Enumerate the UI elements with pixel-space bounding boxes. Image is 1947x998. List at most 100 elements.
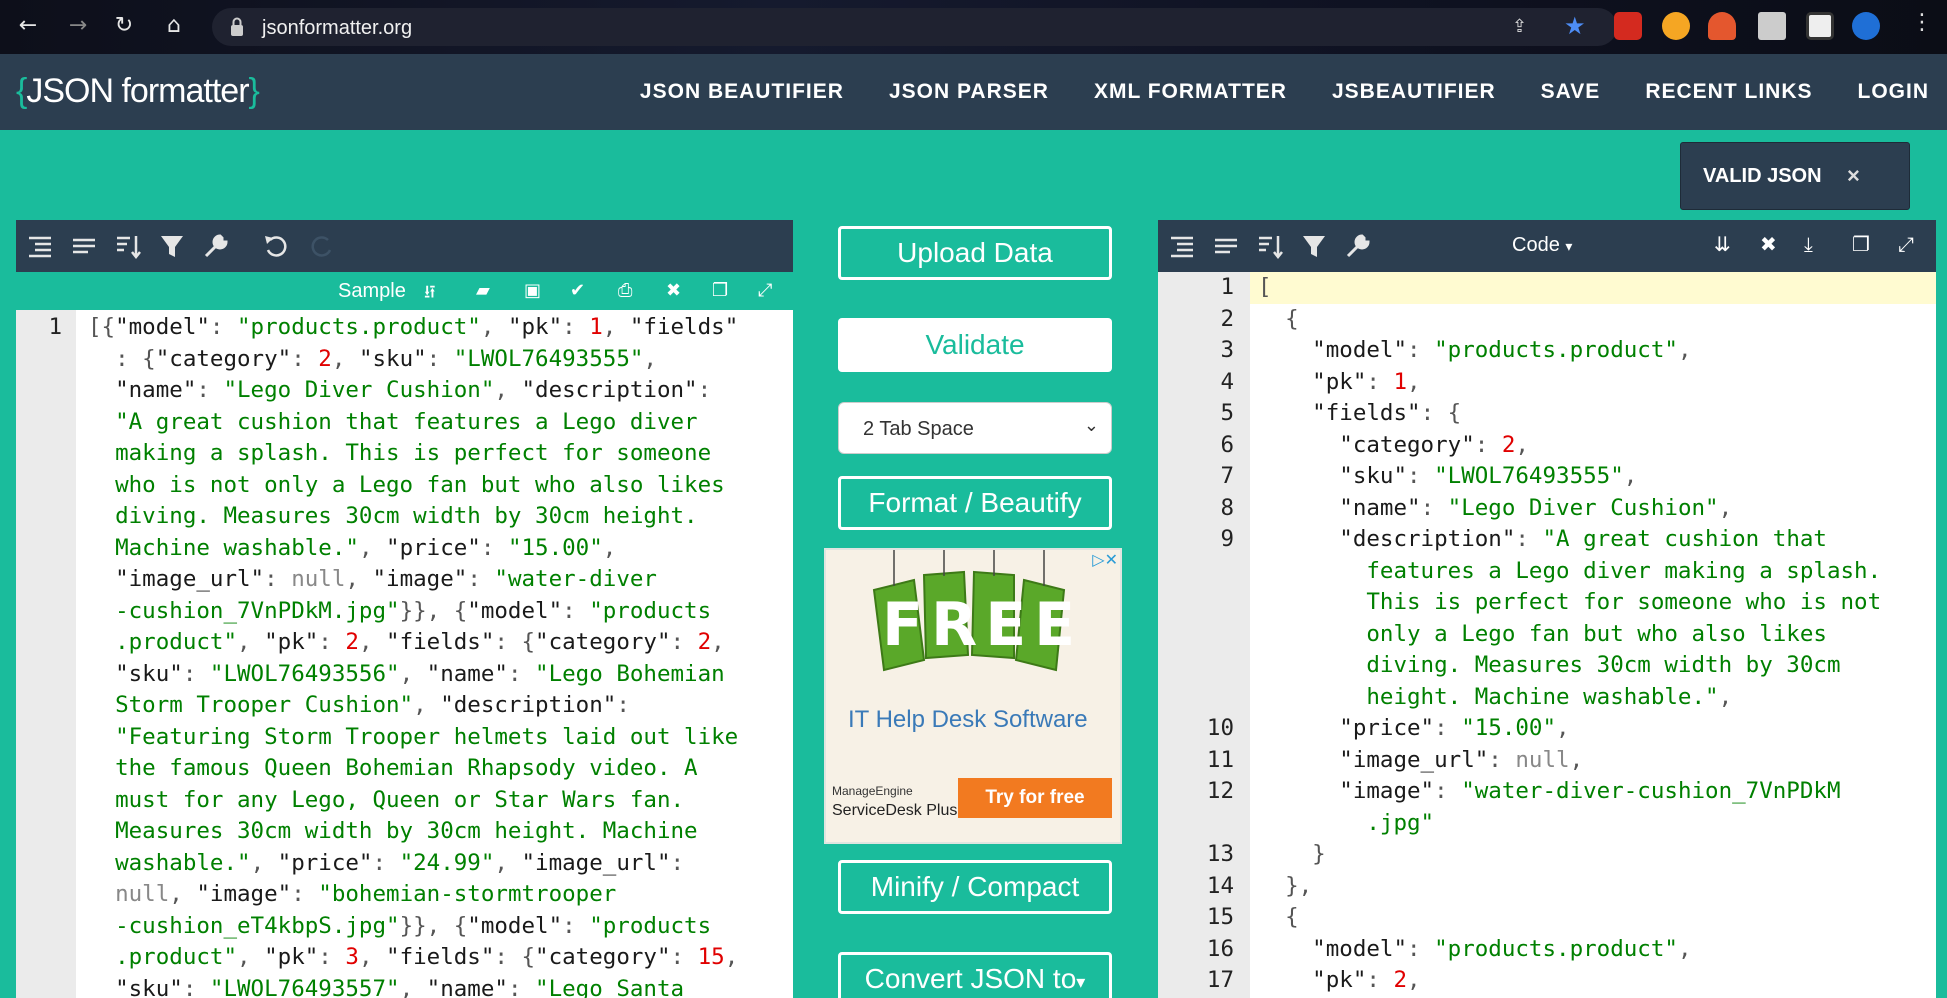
puzzle-extensions-icon[interactable] — [1758, 12, 1786, 40]
code-extension-icon[interactable] — [1852, 12, 1880, 40]
sort-icon[interactable] — [1256, 232, 1284, 260]
line-number — [1162, 808, 1234, 840]
nav-json-parser[interactable]: JSON PARSER — [889, 80, 1049, 104]
line-number — [1162, 587, 1234, 619]
reload-icon[interactable]: ↻ — [110, 12, 138, 40]
input-editor[interactable]: Sample ⭿ ▰ ▣ ✔ ⎙ ✖ ❐ ⤢ 1 [{"model": "pro… — [16, 220, 793, 998]
download-icon[interactable]: ⤓ — [1804, 232, 1813, 256]
chevron-down-icon: ⌄ — [1083, 415, 1099, 436]
ad-cta-button[interactable]: Try for free — [958, 778, 1112, 818]
sample-button[interactable]: Sample — [338, 280, 406, 303]
reader-extension-icon[interactable] — [1806, 12, 1834, 40]
line-number: 3 — [1220, 337, 1234, 363]
tab-space-select[interactable]: 2 Tab Space ⌄ — [838, 402, 1112, 454]
minify-compact-button[interactable]: Minify / Compact — [838, 860, 1112, 914]
format-icon[interactable] — [26, 232, 54, 260]
line-number: 9 — [1220, 526, 1234, 552]
grammar-extension-icon[interactable] — [1662, 12, 1690, 40]
print-icon[interactable]: ⎙ — [618, 280, 632, 301]
line-number: 12 — [1206, 778, 1234, 804]
format-beautify-button[interactable]: Format / Beautify — [838, 476, 1112, 530]
url-text[interactable]: jsonformatter.org — [262, 17, 412, 40]
line-number: 10 — [1206, 715, 1234, 741]
lock-icon — [231, 17, 243, 36]
fullscreen-icon[interactable]: ⤢ — [758, 280, 772, 301]
upload-data-button[interactable]: Upload Data — [838, 226, 1112, 280]
site-logo[interactable]: {JSON formatter} — [16, 72, 260, 111]
browser-toolbar: ← → ↻ ⌂ jsonformatter.org ⇪ ★ ⋮ — [0, 0, 1947, 54]
expand-all-icon[interactable]: ⇊ — [1714, 232, 1731, 256]
fullscreen-icon[interactable]: ⤢ — [1898, 232, 1914, 256]
ad-choices-icon[interactable]: ▷✕ — [1092, 550, 1118, 569]
check-icon[interactable]: ✔ — [570, 280, 585, 301]
filter-icon[interactable] — [1300, 232, 1328, 260]
nav-login[interactable]: LOGIN — [1858, 80, 1930, 104]
output-editor[interactable]: Code ▾ ⇊ ✖ ⤓ ❐ ⤢ 123456789 10 11 12 13 14 15… — [1158, 220, 1936, 998]
validate-button[interactable]: Validate — [838, 318, 1112, 372]
convert-json-label: Convert JSON to — [864, 963, 1077, 994]
wrench-icon[interactable] — [202, 232, 230, 260]
address-bar[interactable]: jsonformatter.org ⇪ ★ — [212, 8, 1617, 46]
caret-down-icon: ▾ — [1076, 972, 1086, 992]
top-nav: JSON BEAUTIFIER JSON PARSER XML FORMATTE… — [640, 80, 1947, 104]
nav-save[interactable]: SAVE — [1541, 80, 1601, 104]
bookmark-star-icon[interactable]: ★ — [1564, 12, 1586, 40]
input-code[interactable]: [{"model": "products.product", "pk": 1, … — [88, 312, 738, 998]
compact-icon[interactable] — [1212, 232, 1240, 260]
mode-label: Code — [1512, 234, 1560, 256]
usb-icon[interactable]: ⭿ — [424, 280, 436, 310]
input-editor-actions: Sample ⭿ ▰ ▣ ✔ ⎙ ✖ ❐ ⤢ — [16, 272, 793, 310]
copy-icon[interactable]: ❐ — [1852, 232, 1870, 256]
input-line-number: 1 — [48, 314, 62, 340]
line-number: 16 — [1206, 935, 1234, 962]
line-number: 15 — [1206, 904, 1234, 930]
wrench-icon[interactable] — [1344, 232, 1372, 260]
line-number: 14 — [1206, 872, 1234, 899]
tab-space-value: 2 Tab Space — [863, 418, 974, 440]
logo-brace-close: } — [248, 72, 260, 110]
line-number: 4 — [1220, 368, 1234, 395]
fox-extension-icon[interactable] — [1708, 12, 1736, 40]
ad-title: IT Help Desk Software — [848, 706, 1088, 733]
filter-icon[interactable] — [158, 232, 186, 260]
compact-icon[interactable] — [70, 232, 98, 260]
input-gutter — [16, 310, 76, 998]
input-editor-toolbar — [16, 220, 793, 272]
nav-json-beautifier[interactable]: JSON BEAUTIFIER — [640, 80, 844, 104]
site-header: {JSON formatter} JSON BEAUTIFIER JSON PA… — [0, 54, 1947, 130]
line-number: 11 — [1206, 746, 1234, 773]
save-icon[interactable]: ▣ — [524, 280, 541, 301]
ad-banner-text: FREE — [882, 590, 1084, 660]
nav-jsbeautifier[interactable]: JSBEAUTIFIER — [1332, 80, 1496, 104]
copy-icon[interactable]: ❐ — [712, 280, 728, 301]
nav-xml-formatter[interactable]: XML FORMATTER — [1094, 80, 1287, 104]
line-number: 7 — [1220, 463, 1234, 489]
share-icon[interactable]: ⇪ — [1512, 16, 1527, 37]
clear-icon[interactable]: ✖ — [1760, 232, 1777, 256]
sort-icon[interactable] — [114, 232, 142, 260]
output-editor-toolbar: Code ▾ ⇊ ✖ ⤓ ❐ ⤢ — [1158, 220, 1936, 272]
line-number — [1162, 682, 1234, 714]
logo-brace-open: { — [16, 72, 27, 110]
advertisement[interactable]: FREE ▷✕ IT Help Desk Software ManageEngi… — [824, 548, 1122, 844]
undo-icon[interactable] — [262, 232, 290, 260]
caret-down-icon: ▾ — [1565, 238, 1573, 254]
output-code[interactable]: [ { "model": "products.product", "pk": 1… — [1258, 272, 1881, 997]
forward-icon[interactable]: → — [64, 12, 92, 40]
logo-text: JSON formatter — [26, 72, 249, 110]
line-number: 8 — [1220, 494, 1234, 521]
mode-dropdown[interactable]: Code ▾ — [1512, 234, 1572, 257]
home-icon[interactable]: ⌂ — [160, 12, 188, 40]
close-icon[interactable]: × — [1847, 163, 1860, 189]
format-icon[interactable] — [1168, 232, 1196, 260]
back-icon[interactable]: ← — [14, 12, 42, 40]
folder-open-icon[interactable]: ▰ — [476, 280, 490, 301]
redo-icon — [311, 236, 332, 257]
clear-icon[interactable]: ✖ — [666, 280, 681, 301]
pdf-extension-icon[interactable] — [1614, 12, 1642, 40]
line-number — [1162, 619, 1234, 651]
nav-recent-links[interactable]: RECENT LINKS — [1645, 80, 1812, 104]
convert-json-button[interactable]: Convert JSON to▾ — [838, 952, 1112, 998]
browser-menu-icon[interactable]: ⋮ — [1911, 10, 1933, 35]
line-number: 5 — [1220, 400, 1234, 426]
